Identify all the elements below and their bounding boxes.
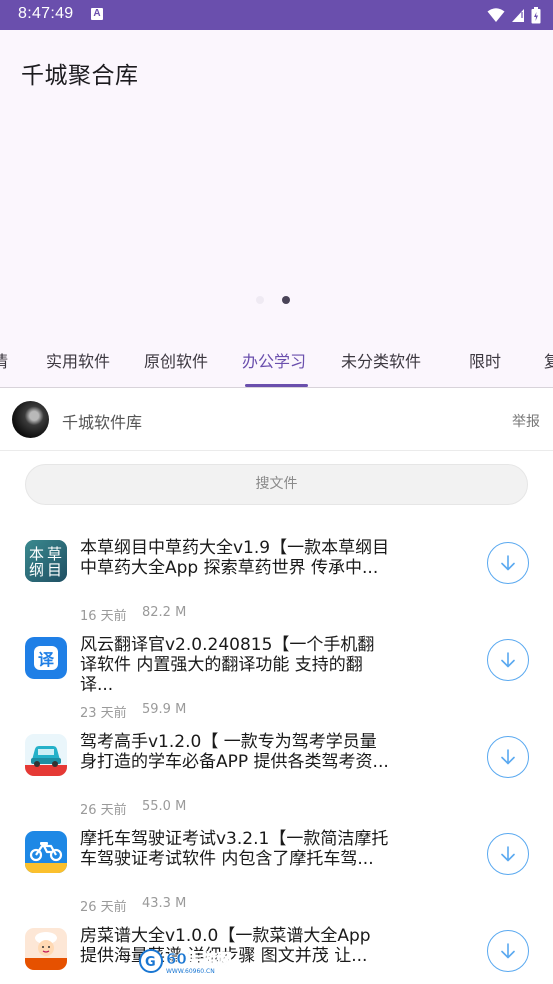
file-title: 本草纲目中草药大全v1.9【一款本草纲目中草药大全App 探索草药世界 传承中.…: [80, 538, 390, 578]
translate-icon: 译: [25, 637, 67, 679]
banner-dot-active[interactable]: [282, 296, 290, 304]
download-arrow-icon: [501, 555, 515, 571]
site-watermark: G 60手游网 WWW.60960.CN: [138, 946, 248, 976]
notification-app-icon: A: [91, 8, 103, 20]
file-title: 摩托车驾驶证考试v3.2.1【一款简洁摩托车驾驶证考试软件 内包含了摩托车驾..…: [80, 829, 389, 869]
download-button[interactable]: [487, 639, 529, 681]
source-avatar[interactable]: [12, 401, 49, 438]
report-button[interactable]: 举报: [512, 411, 540, 431]
banner-pager: [256, 296, 290, 304]
tab-utility-software[interactable]: 实用软件: [46, 348, 110, 372]
motorcycle-icon: [25, 831, 67, 873]
file-age: 23 天前: [80, 706, 127, 721]
file-age: 26 天前: [80, 900, 127, 915]
wifi-icon: [487, 8, 505, 22]
chef-icon: [25, 928, 67, 970]
file-age: 26 天前: [80, 803, 127, 818]
category-tabs: 情 实用软件 原创软件 办公学习 未分类软件 限时 复: [0, 330, 553, 388]
download-arrow-icon: [501, 846, 515, 862]
download-button[interactable]: [487, 736, 529, 778]
tab-indicator: [245, 384, 308, 387]
download-arrow-icon: [501, 943, 515, 959]
svg-text:目: 目: [47, 561, 62, 579]
source-name[interactable]: 千城软件库: [62, 409, 142, 433]
download-button[interactable]: [487, 542, 529, 584]
battery-icon: [531, 6, 541, 23]
tab-uncategorized[interactable]: 未分类软件: [341, 348, 421, 372]
file-meta: 26 天前 43.3 M: [80, 896, 186, 915]
file-age: 16 天前: [80, 609, 127, 624]
banner-dot[interactable]: [256, 296, 264, 304]
file-meta: 26 天前 55.0 M: [80, 799, 186, 818]
watermark-text: 60手游网: [166, 950, 232, 968]
car-icon: [25, 734, 67, 776]
download-button[interactable]: [487, 833, 529, 875]
app-header: 千城聚合库: [0, 30, 553, 330]
herbal-book-icon: 本 草 纲 目: [25, 540, 67, 582]
file-title: 驾考高手v1.2.0【 一款专为驾考学员量身打造的学车必备APP 提供各类驾考资…: [80, 732, 389, 772]
file-size: 82.2 M: [142, 605, 187, 620]
download-button[interactable]: [487, 930, 529, 972]
app-title: 千城聚合库: [21, 63, 139, 89]
file-size: 43.3 M: [142, 896, 187, 911]
svg-text:纲: 纲: [29, 561, 44, 579]
list-item[interactable]: 摩托车驾驶证考试v3.2.1【一款简洁摩托车驾驶证考试软件 内包含了摩托车驾..…: [0, 821, 553, 917]
list-item[interactable]: 驾考高手v1.2.0【 一款专为驾考学员量身打造的学车必备APP 提供各类驾考资…: [0, 724, 553, 820]
list-item[interactable]: 译 风云翻译官v2.0.240815【一个手机翻译软件 内置强大的翻译功能 支持…: [0, 627, 553, 723]
tab-more[interactable]: 复: [544, 348, 553, 372]
svg-text:译: 译: [38, 650, 55, 669]
list-item[interactable]: 本 草 纲 目 本草纲目中草药大全v1.9【一款本草纲目中草药大全App 探索草…: [0, 530, 553, 626]
watermark-url: WWW.60960.CN: [166, 968, 215, 975]
tab-original-software[interactable]: 原创软件: [144, 348, 208, 372]
download-arrow-icon: [501, 749, 515, 765]
file-title: 风云翻译官v2.0.240815【一个手机翻译软件 内置强大的翻译功能 支持的翻…: [80, 635, 375, 695]
search-input[interactable]: 搜文件: [25, 464, 528, 505]
tab-limited-time[interactable]: 限时: [469, 348, 501, 372]
tab-details[interactable]: 情: [0, 348, 8, 372]
list-item[interactable]: 房菜谱大全v1.0.0【一款菜谱大全App 提供海量菜谱 详细步骤 图文并茂 让…: [0, 918, 553, 984]
file-meta: 16 天前 82.2 M: [80, 605, 186, 624]
download-arrow-icon: [501, 652, 515, 668]
source-header: 千城软件库 举报: [0, 389, 553, 451]
signal-icon: [512, 9, 524, 22]
file-size: 59.9 M: [142, 702, 187, 717]
file-size: 55.0 M: [142, 799, 187, 814]
status-bar: 8:47:49 A: [0, 0, 553, 30]
svg-text:G: G: [145, 955, 156, 970]
status-icons: [487, 6, 541, 24]
file-meta: 23 天前 59.9 M: [80, 702, 186, 721]
tab-office-study[interactable]: 办公学习: [242, 348, 306, 372]
status-time: 8:47:49: [18, 5, 74, 22]
